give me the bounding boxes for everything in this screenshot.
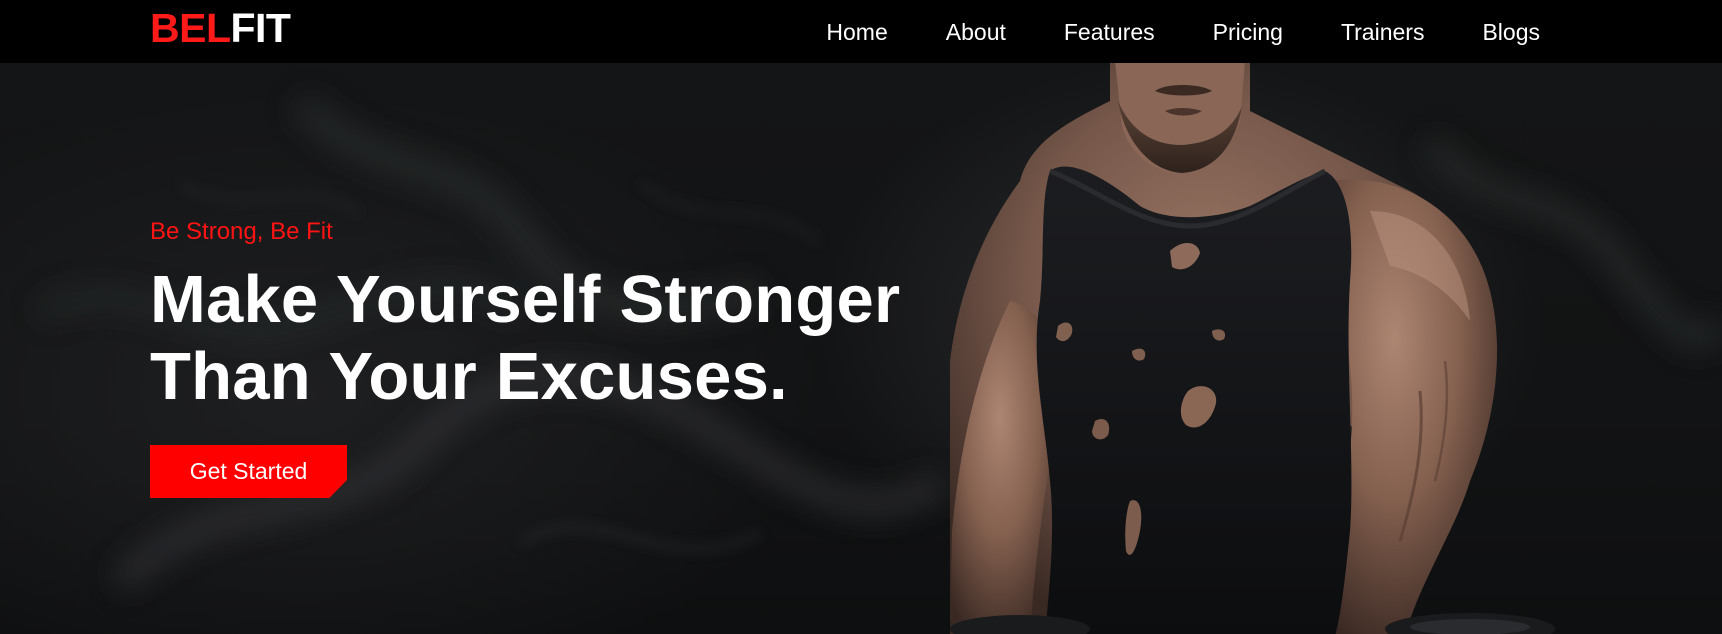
get-started-button[interactable]: Get Started	[150, 445, 347, 498]
nav-item-about[interactable]: About	[946, 19, 1006, 45]
navbar: BELFIT Home About Features Pricing Train…	[0, 0, 1722, 63]
main-nav: Home About Features Pricing Trainers Blo…	[768, 0, 1540, 63]
nav-item-trainers[interactable]: Trainers	[1341, 19, 1425, 45]
hero-headline: Make Yourself Stronger Than Your Excuses…	[150, 261, 900, 415]
nav-item-home[interactable]: Home	[826, 19, 887, 45]
landing-page: BELFIT Home About Features Pricing Train…	[0, 0, 1722, 634]
hero-tagline: Be Strong, Be Fit	[150, 218, 333, 245]
nav-item-blogs[interactable]: Blogs	[1482, 19, 1540, 45]
hero-section: Be Strong, Be Fit Make Yourself Stronger…	[0, 63, 1722, 634]
nav-item-pricing[interactable]: Pricing	[1213, 19, 1283, 45]
brand-logo[interactable]: BELFIT	[150, 5, 291, 51]
hero-headline-line-1: Make Yourself Stronger	[150, 262, 901, 337]
nav-item-features[interactable]: Features	[1064, 19, 1155, 45]
hero-headline-line-2: Than Your Excuses.	[150, 339, 788, 414]
logo-text-white: FIT	[230, 5, 291, 51]
logo-text-red: BEL	[150, 5, 231, 51]
athlete-image	[950, 63, 1555, 634]
